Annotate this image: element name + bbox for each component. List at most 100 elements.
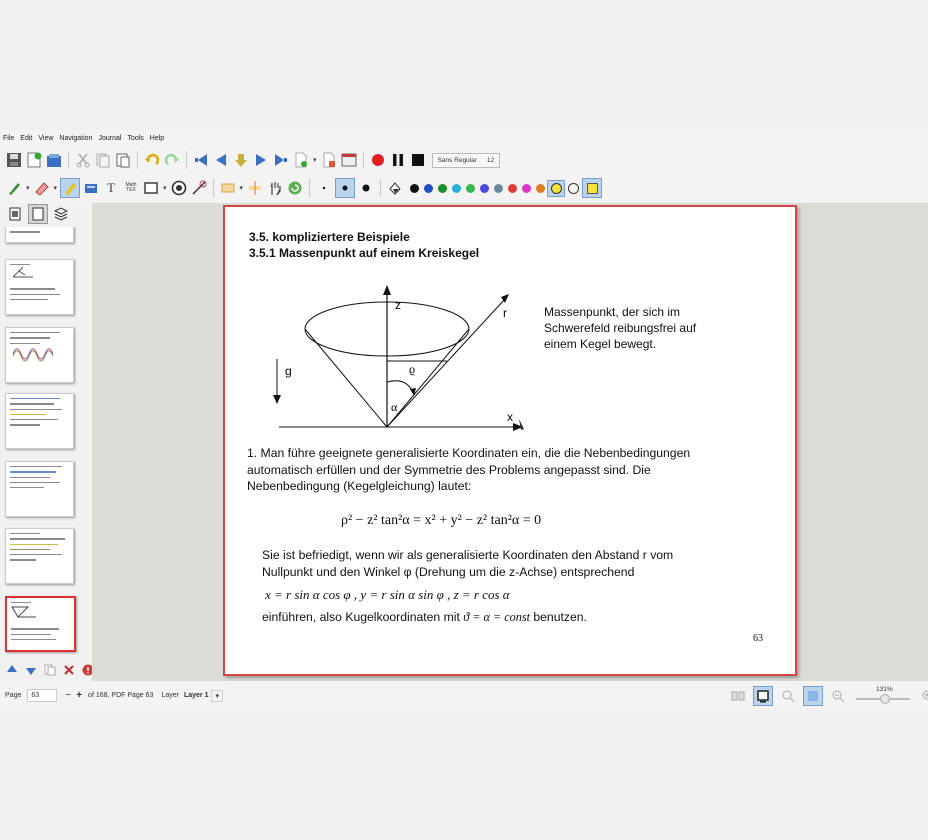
page-increment-button[interactable]: + xyxy=(76,690,82,701)
fill-icon[interactable] xyxy=(386,179,404,197)
first-page-icon[interactable] xyxy=(192,151,210,169)
chevron-down-icon[interactable]: ▾ xyxy=(240,184,244,192)
presentation-mode-icon[interactable] xyxy=(753,685,773,706)
open-pdf-icon[interactable] xyxy=(45,151,63,169)
zoom-slider-handle[interactable] xyxy=(880,693,890,704)
eraser-icon[interactable] xyxy=(33,179,51,197)
new-document-icon[interactable] xyxy=(25,151,43,169)
page-navigation: Page 63 − + of 168, PDF Page 63 Layer La… xyxy=(5,681,223,710)
fullscreen-icon[interactable] xyxy=(340,151,358,169)
delete-page-icon[interactable] xyxy=(320,151,338,169)
text-tool-icon[interactable]: T xyxy=(102,179,120,197)
undo-icon[interactable] xyxy=(143,151,161,169)
layer-select[interactable]: Layer 1 xyxy=(184,692,209,699)
page-number-input[interactable]: 63 xyxy=(27,689,58,702)
vertical-space-icon[interactable] xyxy=(246,179,264,197)
tab-page-list-icon[interactable] xyxy=(28,204,48,224)
menu-navigation[interactable]: Navigation xyxy=(59,135,92,142)
gravity-label: g xyxy=(285,364,292,378)
pen-color-swatch[interactable] xyxy=(465,183,475,193)
select-rect-icon[interactable] xyxy=(219,179,237,197)
chevron-down-icon[interactable]: ▾ xyxy=(313,156,317,164)
page-thumbnail[interactable] xyxy=(5,227,74,243)
highlight-color-button[interactable] xyxy=(582,178,603,198)
shape-recognizer-icon[interactable] xyxy=(170,179,188,197)
thin-line-icon[interactable] xyxy=(315,179,333,197)
zoom-out-icon[interactable] xyxy=(829,687,847,705)
chevron-down-icon[interactable]: ▾ xyxy=(54,184,58,192)
document-view[interactable]: 3.5. kompliziertere Beispiele 3.5.1 Mass… xyxy=(92,203,928,681)
next-page-icon[interactable] xyxy=(252,151,270,169)
zoom-slider[interactable]: 131% xyxy=(852,686,914,706)
pen-color-swatch[interactable] xyxy=(493,183,503,193)
zoom-100-icon[interactable] xyxy=(803,685,823,706)
image-tool-icon[interactable] xyxy=(82,179,100,197)
toolbar-separator xyxy=(380,179,382,197)
page-decrement-button[interactable]: − xyxy=(65,690,71,701)
pdf-page[interactable]: 3.5. kompliziertere Beispiele 3.5.1 Mass… xyxy=(223,205,797,676)
menu-view[interactable]: View xyxy=(38,135,53,142)
copy-icon[interactable] xyxy=(94,151,112,169)
move-page-down-icon[interactable] xyxy=(24,661,39,679)
cut-icon[interactable] xyxy=(74,151,92,169)
pen-color-swatch[interactable] xyxy=(567,182,579,194)
subsection-heading: 3.5.1 Massenpunkt auf einem Kreiskegel xyxy=(249,246,480,260)
thick-line-icon[interactable] xyxy=(357,179,375,197)
stop-icon[interactable] xyxy=(409,151,427,169)
paragraph-2: Sie ist befriedigt, wenn wir als general… xyxy=(262,547,673,580)
pen-color-swatch[interactable] xyxy=(521,183,531,193)
menu-edit[interactable]: Edit xyxy=(20,135,32,142)
ruler-icon[interactable] xyxy=(190,179,208,197)
pen-color-swatch[interactable] xyxy=(451,183,461,193)
redo-icon[interactable] xyxy=(163,151,181,169)
dual-page-icon[interactable] xyxy=(729,687,747,705)
menu-file[interactable]: File xyxy=(3,135,14,142)
z-axis-label: z xyxy=(395,298,401,312)
menu-tools[interactable]: Tools xyxy=(127,135,143,142)
pen-icon[interactable] xyxy=(5,179,23,197)
status-bar: Page 63 − + of 168, PDF Page 63 Layer La… xyxy=(0,681,928,710)
pen-color-swatch[interactable] xyxy=(423,183,433,193)
pen-color-swatch[interactable] xyxy=(535,183,545,193)
chevron-down-icon[interactable]: ▾ xyxy=(26,184,30,192)
save-icon[interactable] xyxy=(5,151,23,169)
chevron-down-icon[interactable]: ▾ xyxy=(211,689,223,702)
chevron-down-icon[interactable]: ▾ xyxy=(163,184,167,192)
page-thumbnail[interactable] xyxy=(5,393,74,449)
menu-help[interactable]: Help xyxy=(150,135,164,142)
shape-tool-icon[interactable] xyxy=(142,179,160,197)
menu-journal[interactable]: Journal xyxy=(98,135,121,142)
hand-icon[interactable] xyxy=(266,179,284,197)
page-thumbnail[interactable] xyxy=(5,327,74,383)
paste-icon[interactable] xyxy=(114,151,132,169)
last-page-icon[interactable] xyxy=(272,151,290,169)
page-thumbnail[interactable] xyxy=(5,528,74,584)
pen-color-swatch[interactable] xyxy=(550,182,562,194)
pen-color-swatch[interactable] xyxy=(479,183,489,193)
pen-color-swatch[interactable] xyxy=(409,183,419,193)
new-page-icon[interactable] xyxy=(292,151,310,169)
pen-color-swatch[interactable] xyxy=(507,183,517,193)
zoom-in-icon[interactable] xyxy=(919,687,928,705)
text-tool-label: T xyxy=(107,180,115,195)
medium-line-icon[interactable] xyxy=(335,178,356,198)
page-thumbnail[interactable] xyxy=(5,461,74,517)
goto-page-icon[interactable] xyxy=(232,151,250,169)
latex-tool-icon[interactable]: Math TEX xyxy=(122,179,140,197)
play-object-icon[interactable] xyxy=(286,179,304,197)
font-selector-button[interactable]: Sans Regular 12 xyxy=(431,152,501,168)
pen-color-swatch-selected[interactable] xyxy=(547,179,566,197)
copy-page-icon[interactable] xyxy=(43,661,58,679)
tab-layers-icon[interactable] xyxy=(52,205,70,223)
zoom-fit-icon[interactable] xyxy=(779,687,797,705)
highlighter-icon[interactable] xyxy=(60,178,81,198)
pause-icon[interactable] xyxy=(389,151,407,169)
page-thumbnail[interactable] xyxy=(5,259,74,315)
delete-page-button-icon[interactable] xyxy=(61,661,76,679)
page-thumbnail-current[interactable] xyxy=(5,596,76,652)
tab-page-preview-icon[interactable] xyxy=(6,205,24,223)
previous-page-icon[interactable] xyxy=(212,151,230,169)
move-page-up-icon[interactable] xyxy=(5,661,20,679)
record-icon[interactable] xyxy=(369,151,387,169)
pen-color-swatch[interactable] xyxy=(437,183,447,193)
